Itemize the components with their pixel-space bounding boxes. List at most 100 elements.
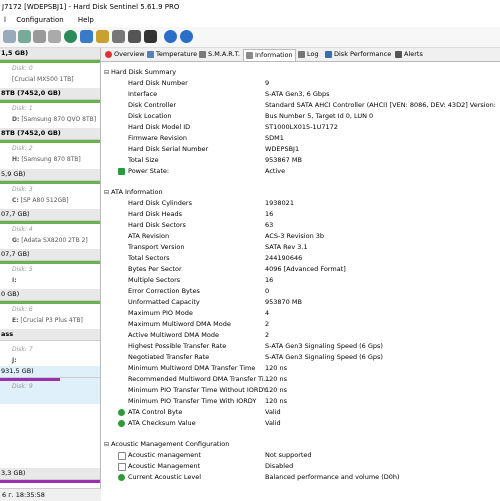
disk-header: ass: [0, 329, 100, 341]
disk-entry-7[interactable]: ass Disk: 7 J:: [0, 329, 100, 366]
help-icon[interactable]: [164, 30, 177, 43]
disk-header: 1,5 GB): [0, 48, 100, 60]
disk-header: 07,7 GB): [0, 209, 100, 221]
disk-header: 3,3 GB): [0, 468, 100, 480]
ata-row: Negotiated Transfer Rate S-ATA Gen3 Signa…: [128, 353, 383, 361]
settings-icon[interactable]: [112, 30, 125, 43]
menu-item-help[interactable]: Help: [78, 16, 94, 24]
ata-row: Maximum Multiword DMA Mode 2: [128, 320, 270, 328]
ata-row: Unformatted Capacity 953870 MB: [128, 298, 302, 306]
tab-temperature[interactable]: Temperature: [145, 49, 199, 60]
ata-row: Hard Disk Sectors 63: [128, 221, 274, 229]
summary-row: Disk Controller Standard SATA AHCI Contro…: [128, 101, 498, 109]
disk-number: Disk: 9: [12, 383, 33, 390]
disk-refresh-icon[interactable]: [18, 30, 31, 43]
collapse-icon: ⊟: [104, 441, 110, 448]
disk-entry-6[interactable]: 0 GB) Disk: 6 E: [Crucial P3 Plus 4TB]: [0, 289, 100, 326]
disk-entry-0[interactable]: 1,5 GB) Disk: 0 [Crucial MX500 1TB]: [0, 48, 100, 85]
disk-entry-2[interactable]: 8TB (7452,0 GB) Disk: 2 H: [Samsung 870 …: [0, 128, 100, 165]
globe-icon[interactable]: [64, 30, 77, 43]
summary-row: Total Size 953867 MB: [128, 156, 302, 164]
ata-row: ATA Control Byte Valid: [101, 407, 500, 418]
about-icon[interactable]: [180, 30, 193, 43]
performance-icon: [325, 50, 332, 58]
ata-row: Hard Disk Heads 16: [128, 210, 274, 218]
ata-row: ATA Checksum Value Valid: [101, 418, 500, 429]
checkbox-icon[interactable]: [118, 452, 126, 460]
ata-row: Hard Disk Cylinders 1938021: [128, 199, 294, 207]
summary-row: Disk Location Bus Number 5, Target Id 0, …: [128, 112, 374, 120]
disk-number: Disk: 2: [12, 145, 33, 152]
disk-number: Disk: 1: [12, 105, 33, 112]
disk-header: 8TB (7452,0 GB): [0, 88, 100, 100]
disk-entry-1[interactable]: 8TB (7452,0 GB) Disk: 1 D: [Samsung 870 …: [0, 88, 100, 125]
tab-disk-performance[interactable]: Disk Performance: [323, 49, 393, 60]
summary-row: Hard Disk Number 9: [128, 79, 270, 87]
report-icon[interactable]: [80, 30, 93, 43]
ata-row: Error Correction Bytes 0: [128, 287, 270, 295]
ata-row: Highest Possible Transfer Rate S-ATA Gen3…: [128, 342, 383, 350]
disk-volume: J:: [12, 357, 17, 364]
info-icon[interactable]: [144, 30, 157, 43]
disk-surface-icon[interactable]: [33, 30, 46, 43]
menu-item-file[interactable]: l: [4, 16, 6, 24]
thermometer-icon: [147, 50, 154, 58]
tab-overview[interactable]: Overview: [103, 49, 147, 60]
section-header-summary[interactable]: ⊟ Hard Disk Summary: [104, 68, 176, 76]
ata-row: Minimum PIO Transfer Time With IORDY 120 …: [128, 397, 287, 405]
toolbar: [0, 27, 500, 48]
health-bar: [0, 480, 100, 483]
section-header-ata[interactable]: ⊟ ATA Information: [104, 188, 163, 196]
section-header-acoustic[interactable]: ⊟ Acoustic Management Configuration: [104, 440, 229, 448]
summary-row: Hard Disk Serial Number WDEPSBJ1: [128, 145, 300, 153]
list-icon[interactable]: [128, 30, 141, 43]
disk-entry-4[interactable]: 07,7 GB) Disk: 4 G: [Adata SX8200 2TB 2]: [0, 209, 100, 246]
log-icon: [298, 50, 305, 58]
tab-alerts[interactable]: Alerts: [393, 49, 425, 60]
summary-row: Interface S-ATA Gen3, 6 Gbps: [128, 90, 330, 98]
disk-volume: E: [Crucial P3 Plus 4TB]: [12, 317, 83, 324]
disk-volume: [Crucial MX500 1TB]: [12, 76, 74, 83]
tab-smart[interactable]: S.M.A.R.T.: [197, 49, 242, 60]
acoustic-row: Current Acoustic Level Balanced performan…: [101, 472, 500, 483]
disk-list-panel: 1,5 GB) Disk: 0 [Crucial MX500 1TB] 8TB …: [0, 48, 101, 500]
disk-header: 5,9 GB): [0, 169, 100, 181]
disk-number: Disk: 3: [12, 186, 33, 193]
disk-entry-footer[interactable]: 3,3 GB): [0, 468, 100, 483]
checkbox-icon[interactable]: [118, 463, 126, 471]
disk-icon[interactable]: [3, 30, 16, 43]
disk-header: 931,5 GB): [0, 366, 100, 378]
power-arrow-icon: [118, 168, 125, 175]
ata-row: Active Multiword DMA Mode 2: [128, 331, 270, 339]
disk-entry-9-selected[interactable]: 931,5 GB) Disk: 9: [0, 366, 100, 404]
ata-row: Bytes Per Sector 4096 [Advanced Format]: [128, 265, 346, 273]
menu-item-configuration[interactable]: Configuration: [16, 16, 63, 24]
tab-bar: Overview Temperature S.M.A.R.T. Informat…: [101, 48, 500, 62]
disk-tools-icon[interactable]: [48, 30, 61, 43]
tab-log[interactable]: Log: [296, 49, 321, 60]
collapse-icon: ⊟: [104, 189, 110, 196]
ata-row: Maximum PIO Mode 4: [128, 309, 270, 317]
window-title: J7172 [WDEPSBJ1] - Hard Disk Sentinel 5.…: [0, 0, 500, 14]
disk-entry-5[interactable]: 07,7 GB) Disk: 5 I:: [0, 249, 100, 286]
summary-row: Firmware Revision SDM1: [128, 134, 284, 142]
summary-row: Power State: Active: [101, 166, 500, 177]
info-icon: [246, 51, 253, 59]
disk-volume: I:: [12, 277, 17, 284]
disk-number: Disk: 0: [12, 65, 33, 72]
disk-volume: D: [Samsung 870 QVO 8TB]: [12, 116, 97, 123]
collapse-icon: ⊟: [104, 69, 110, 76]
disk-header: 07,7 GB): [0, 249, 100, 261]
overview-icon: [105, 50, 112, 58]
check-icon: [118, 409, 125, 416]
disk-volume: G: [Adata SX8200 2TB 2]: [12, 237, 88, 244]
ata-row: Multiple Sectors 16: [128, 276, 274, 284]
tab-information[interactable]: Information: [243, 49, 296, 61]
disk-entry-3[interactable]: 5,9 GB) Disk: 3 C: [SP A80 512GB]: [0, 169, 100, 206]
ata-row: Minimum PIO Transfer Time Without IORDY 1…: [128, 386, 287, 394]
disk-header: 8TB (7452,0 GB): [0, 128, 100, 140]
disk-volume: C: [SP A80 512GB]: [12, 197, 69, 204]
disk-number: Disk: 4: [12, 226, 33, 233]
acoustic-row: Acoustic Management Disabled: [101, 461, 500, 472]
mail-icon[interactable]: [96, 30, 109, 43]
